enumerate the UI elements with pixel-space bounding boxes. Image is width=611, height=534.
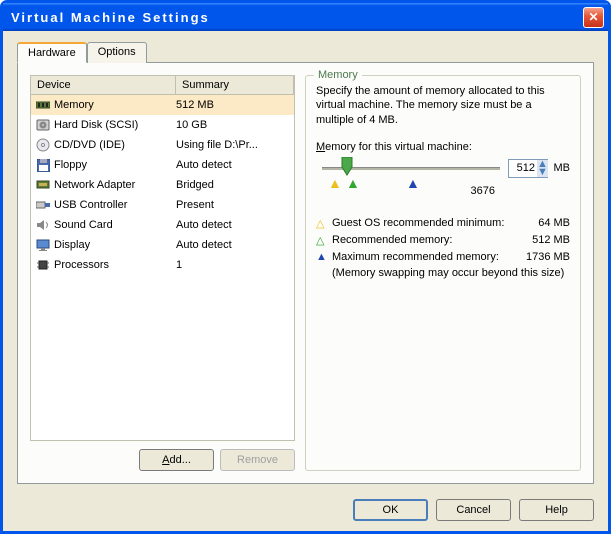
memory-description: Specify the amount of memory allocated t… — [316, 84, 570, 127]
rec-max: ▲Maximum recommended memory:1736 MB — [316, 251, 570, 263]
floppy-icon — [35, 157, 51, 173]
device-table: Device Summary Memory 512 MB Hard Disk (… — [30, 75, 295, 441]
device-row-memory[interactable]: Memory 512 MB — [31, 95, 294, 115]
table-header: Device Summary — [31, 76, 294, 95]
marker-max-icon: ▲ — [406, 175, 420, 191]
device-row-display[interactable]: Display Auto detect — [31, 235, 294, 255]
tab-bar: Hardware Options — [17, 42, 594, 63]
tab-options[interactable]: Options — [87, 42, 147, 63]
ok-button[interactable]: OK — [353, 499, 428, 521]
marker-rec-icon: ▲ — [346, 175, 360, 191]
col-summary[interactable]: Summary — [176, 76, 294, 94]
network-icon — [35, 177, 51, 193]
device-row-hdd[interactable]: Hard Disk (SCSI) 10 GB — [31, 115, 294, 135]
cpu-icon — [35, 257, 51, 273]
memory-group-title: Memory — [314, 69, 362, 81]
settings-window: Virtual Machine Settings ✕ Hardware Opti… — [0, 0, 611, 534]
memory-unit: MB — [554, 162, 571, 174]
close-button[interactable]: ✕ — [583, 7, 604, 28]
memory-max-label: 3676 — [471, 185, 495, 197]
spin-down[interactable]: ▼ — [537, 168, 548, 177]
rec-min: △Guest OS recommended minimum:64 MB — [316, 217, 570, 230]
help-button[interactable]: Help — [519, 499, 594, 521]
dialog-buttons: OK Cancel Help — [353, 499, 594, 521]
display-icon — [35, 237, 51, 253]
triangle-yellow-icon: △ — [316, 217, 326, 230]
add-button[interactable]: Add... — [139, 449, 214, 471]
device-row-sound[interactable]: Sound Card Auto detect — [31, 215, 294, 235]
memory-slider-label: Memory for this virtual machine: — [316, 141, 570, 153]
sound-icon — [35, 217, 51, 233]
device-row-cddvd[interactable]: CD/DVD (IDE) Using file D:\Pr... — [31, 135, 294, 155]
memory-spinner[interactable]: ▲▼ — [508, 159, 548, 178]
memory-input[interactable] — [509, 160, 537, 177]
memory-note: (Memory swapping may occur beyond this s… — [332, 267, 570, 279]
device-row-floppy[interactable]: Floppy Auto detect — [31, 155, 294, 175]
cd-icon — [35, 137, 51, 153]
device-row-usb[interactable]: USB Controller Present — [31, 195, 294, 215]
usb-icon — [35, 197, 51, 213]
marker-min-icon: ▲ — [328, 175, 342, 191]
titlebar[interactable]: Virtual Machine Settings ✕ — [3, 3, 608, 31]
tab-panel-hardware: Device Summary Memory 512 MB Hard Disk (… — [17, 62, 594, 484]
memory-slider[interactable]: ▲ ▲ ▲ ▲▼ MB 3676 — [316, 157, 570, 207]
window-title: Virtual Machine Settings — [11, 10, 583, 25]
rec-recommended: △Recommended memory:512 MB — [316, 234, 570, 247]
device-row-network[interactable]: Network Adapter Bridged — [31, 175, 294, 195]
cancel-button[interactable]: Cancel — [436, 499, 511, 521]
slider-thumb[interactable] — [340, 157, 354, 175]
memory-icon — [35, 97, 51, 113]
triangle-blue-icon: ▲ — [316, 251, 326, 263]
remove-button: Remove — [220, 449, 295, 471]
tab-hardware[interactable]: Hardware — [17, 42, 87, 63]
col-device[interactable]: Device — [31, 76, 176, 94]
device-row-processors[interactable]: Processors 1 — [31, 255, 294, 275]
hard-disk-icon — [35, 117, 51, 133]
memory-panel: Memory Specify the amount of memory allo… — [305, 75, 581, 471]
triangle-green-icon: △ — [316, 234, 326, 247]
